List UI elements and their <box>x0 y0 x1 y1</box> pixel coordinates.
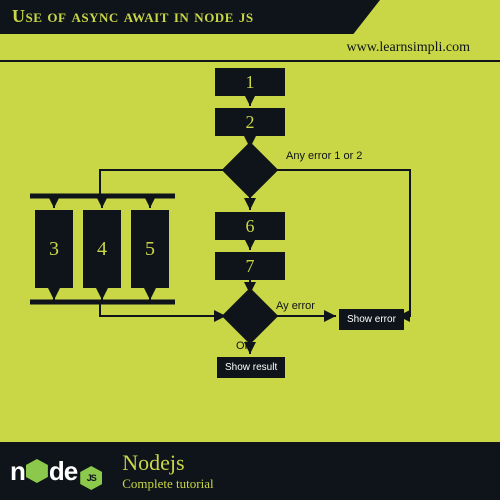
logo-text-de: de <box>49 456 77 487</box>
decision-2 <box>222 288 279 345</box>
footer: n de JS Nodejs Complete tutorial <box>0 442 500 500</box>
label-any-error: Any error 1 or 2 <box>286 150 362 162</box>
node-6: 6 <box>215 212 285 240</box>
divider <box>0 60 500 62</box>
header-title: Use of async await in node js <box>12 6 254 26</box>
node-7: 7 <box>215 252 285 280</box>
node-5: 5 <box>131 210 169 288</box>
node-4: 4 <box>83 210 121 288</box>
logo-text-n: n <box>10 456 25 487</box>
footer-text: Nodejs Complete tutorial <box>122 450 213 492</box>
label-ay-error: Ay error <box>276 300 315 312</box>
node-logo: n de JS <box>10 452 102 490</box>
hex-icon <box>26 459 48 483</box>
footer-subtitle: Complete tutorial <box>122 476 213 492</box>
website-url: www.learnsimpli.com <box>346 40 470 56</box>
footer-title: Nodejs <box>122 450 213 476</box>
hex-js-icon: JS <box>80 466 102 490</box>
node-1: 1 <box>215 68 285 96</box>
show-error-box: Show error <box>338 308 405 331</box>
label-ok: OK <box>236 340 252 352</box>
show-result-box: Show result <box>216 356 286 379</box>
decision-1 <box>222 142 279 199</box>
header-banner: Use of async await in node js <box>0 0 380 34</box>
node-3: 3 <box>35 210 73 288</box>
node-2: 2 <box>215 108 285 136</box>
